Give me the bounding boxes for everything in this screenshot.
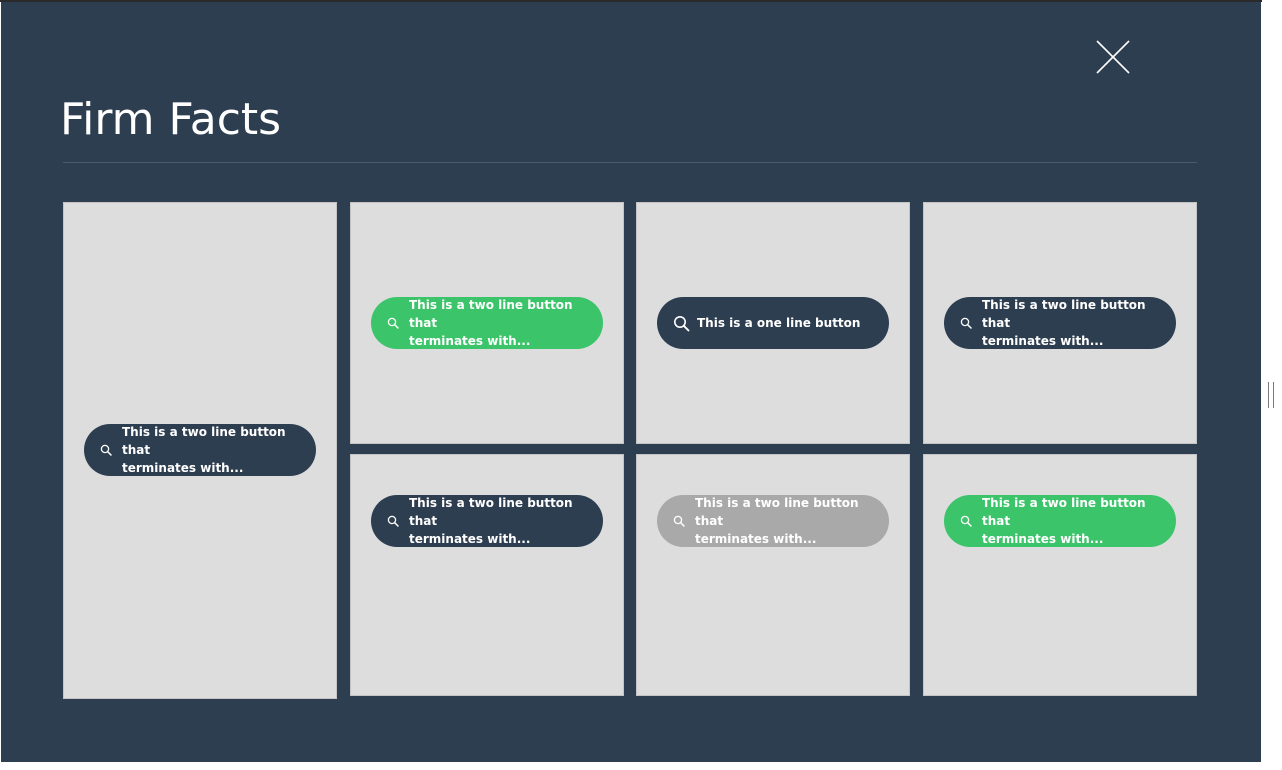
tile-button-label: This is a two line button that terminate… bbox=[409, 496, 573, 546]
tile-button[interactable]: This is a one line button bbox=[657, 297, 889, 349]
search-icon bbox=[385, 513, 401, 529]
page-title: Firm Facts bbox=[60, 94, 282, 145]
tile-button[interactable]: This is a two line button that terminate… bbox=[371, 297, 603, 349]
tile-button-label: This is a one line button bbox=[697, 316, 861, 330]
fact-tile bbox=[350, 454, 624, 696]
tile-button-label: This is a two line button that terminate… bbox=[409, 298, 573, 348]
search-icon bbox=[958, 315, 974, 331]
tile-button[interactable]: This is a two line button that terminate… bbox=[944, 495, 1176, 547]
close-icon bbox=[1096, 40, 1130, 74]
search-icon bbox=[98, 442, 114, 458]
tile-button-disabled[interactable]: This is a two line button that terminate… bbox=[657, 495, 889, 547]
window-frame: Firm Facts This is a two line button tha… bbox=[0, 0, 1282, 770]
fact-tile bbox=[636, 454, 910, 696]
tile-button-label: This is a two line button that terminate… bbox=[122, 425, 286, 475]
fact-tile bbox=[923, 454, 1197, 696]
title-divider bbox=[63, 162, 1197, 163]
tile-button-label: This is a two line button that terminate… bbox=[982, 496, 1146, 546]
right-gutter bbox=[1262, 0, 1282, 762]
search-icon bbox=[671, 313, 691, 333]
tile-button-label: This is a two line button that terminate… bbox=[982, 298, 1146, 348]
search-icon bbox=[385, 315, 401, 331]
tile-button[interactable]: This is a two line button that terminate… bbox=[84, 424, 316, 476]
search-icon bbox=[671, 513, 687, 529]
tile-button-label: This is a two line button that terminate… bbox=[695, 496, 859, 546]
search-icon bbox=[958, 513, 974, 529]
tile-button[interactable]: This is a two line button that terminate… bbox=[371, 495, 603, 547]
resize-handle[interactable] bbox=[1268, 382, 1274, 408]
tile-button[interactable]: This is a two line button that terminate… bbox=[944, 297, 1176, 349]
close-button[interactable] bbox=[1094, 38, 1132, 76]
